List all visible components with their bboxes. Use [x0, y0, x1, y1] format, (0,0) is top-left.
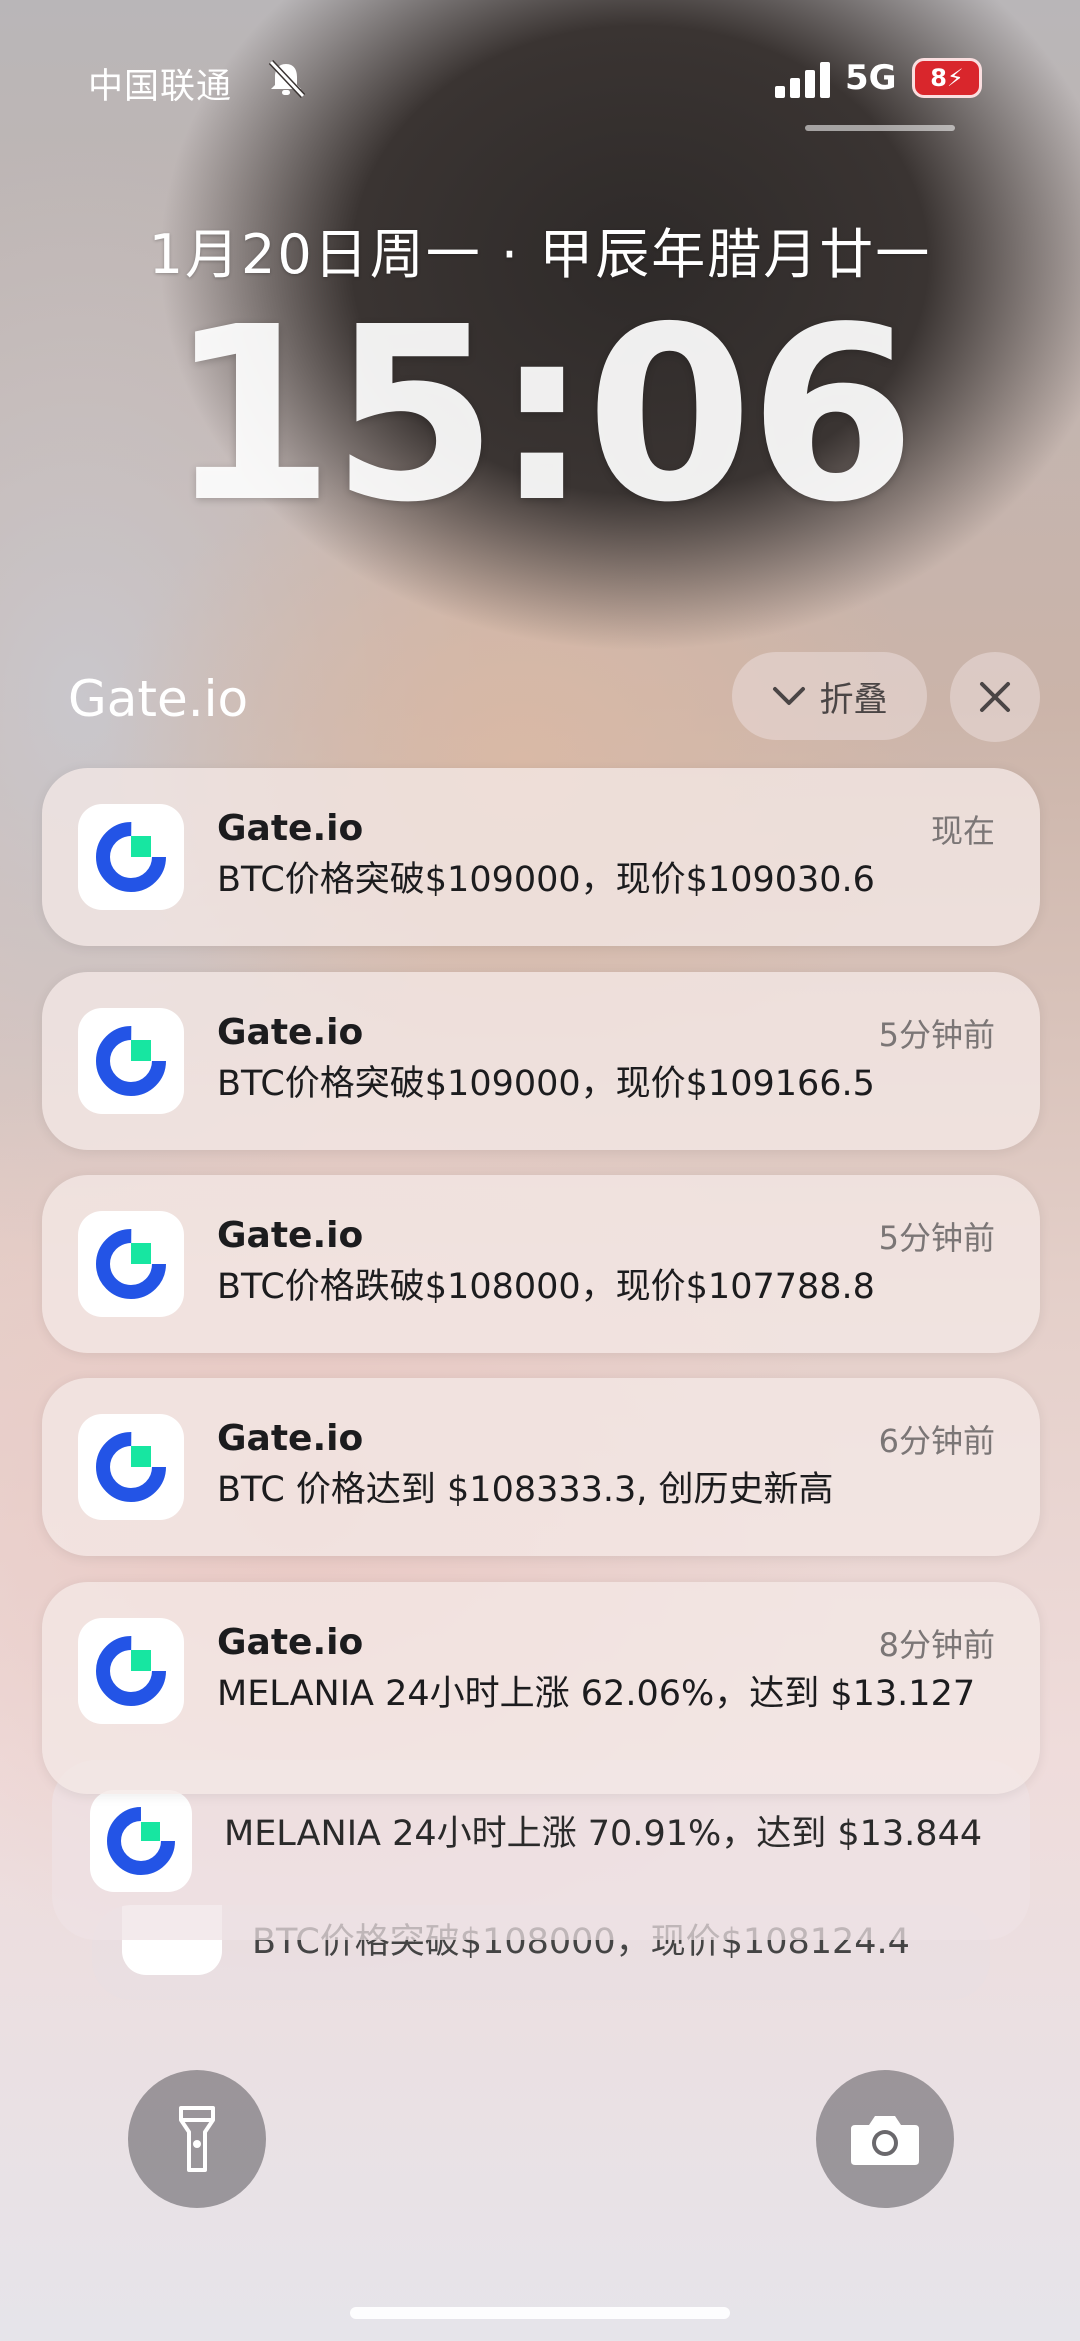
battery-level: 8 [930, 64, 947, 92]
gate-io-logo-icon [78, 1414, 184, 1520]
notification-time: 6分钟前 [878, 1422, 995, 1460]
notification-body: BTC价格突破$109000，现价$109030.6 [217, 860, 875, 900]
camera-button[interactable] [816, 2070, 954, 2208]
flashlight-button[interactable] [128, 2070, 266, 2208]
notification-time: 5分钟前 [878, 1016, 995, 1054]
home-indicator[interactable] [350, 2307, 730, 2319]
notification-app-name: Gate.io [217, 1215, 364, 1256]
notification-body: BTC 价格达到 $108333.3, 创历史新高 [217, 1470, 834, 1510]
stacked-notification-body: MELANIA 24小时上涨 70.91%，达到 $13.844 [224, 1814, 983, 1854]
chevron-down-icon [772, 687, 805, 705]
gate-io-logo-icon [78, 1211, 184, 1317]
bell-slash-icon [265, 58, 307, 100]
lock-clock: 15:06 [168, 275, 916, 555]
notification-body: BTC价格突破$109000，现价$109166.5 [217, 1064, 875, 1104]
charging-bolt-icon: ⚡ [946, 64, 964, 92]
control-center-grabber[interactable] [805, 125, 955, 131]
notification-card[interactable]: Gate.io 5分钟前 BTC价格跌破$108000，现价$107788.8 [42, 1175, 1040, 1353]
notification-card[interactable]: Gate.io 6分钟前 BTC 价格达到 $108333.3, 创历史新高 [42, 1378, 1040, 1556]
close-icon [980, 682, 1010, 712]
battery-indicator: 8⚡ [912, 58, 982, 98]
flashlight-icon [179, 2106, 215, 2172]
notification-time: 现在 [930, 812, 995, 850]
notification-group-title: Gate.io [68, 670, 249, 728]
notification-body: BTC价格跌破$108000，现价$107788.8 [217, 1267, 875, 1307]
gate-io-logo-icon [78, 804, 184, 910]
notification-body: MELANIA 24小时上涨 62.06%，达到 $13.127 [217, 1674, 976, 1714]
notification-card[interactable]: Gate.io 现在 BTC价格突破$109000，现价$109030.6 [42, 768, 1040, 946]
notification-card[interactable]: Gate.io 8分钟前 MELANIA 24小时上涨 62.06%，达到 $1… [42, 1582, 1040, 1794]
notification-app-name: Gate.io [217, 808, 364, 849]
gate-io-logo-icon [78, 1008, 184, 1114]
gate-io-logo-icon [90, 1790, 192, 1892]
network-type: 5G [845, 58, 897, 98]
notification-card[interactable]: Gate.io 5分钟前 BTC价格突破$109000，现价$109166.5 [42, 972, 1040, 1150]
notification-time: 5分钟前 [878, 1219, 995, 1257]
notification-app-name: Gate.io [217, 1622, 364, 1663]
gate-io-logo-icon [78, 1618, 184, 1724]
camera-icon [851, 2116, 919, 2165]
clear-group-button[interactable] [950, 652, 1040, 742]
collapse-button[interactable]: 折叠 [732, 652, 927, 740]
notification-app-name: Gate.io [217, 1012, 364, 1053]
cellular-signal-icon [775, 62, 833, 98]
carrier-name: 中国联通 [88, 67, 233, 107]
notification-app-name: Gate.io [217, 1418, 364, 1459]
notification-time: 8分钟前 [878, 1626, 995, 1664]
collapse-label: 折叠 [819, 679, 888, 720]
